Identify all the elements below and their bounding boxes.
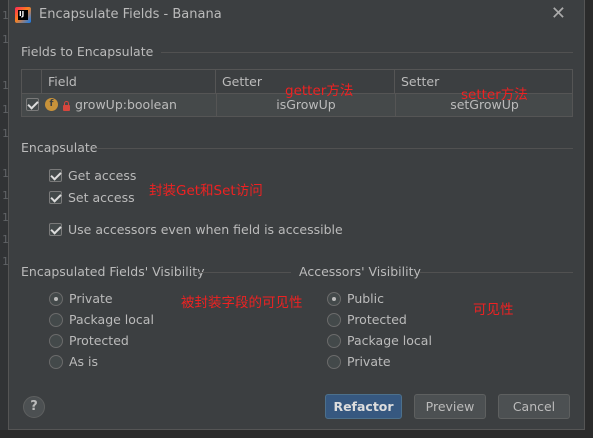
radio-button[interactable]: [49, 334, 63, 348]
setter-name-cell[interactable]: setGrowUp: [395, 94, 573, 116]
cancel-button[interactable]: Cancel: [498, 394, 570, 419]
help-button[interactable]: ?: [23, 396, 45, 418]
radio-label[interactable]: Private: [347, 354, 391, 370]
fields-table: Field Getter Setter f growUp:boolean isG…: [21, 69, 573, 117]
encapsulate-label: Encapsulate: [21, 140, 98, 155]
radio-label[interactable]: Private: [69, 291, 113, 307]
set-access-checkbox[interactable]: [49, 191, 62, 204]
title-bar: IJ Encapsulate Fields - Banana ✕: [9, 0, 584, 30]
editor-background-strip: [0, 430, 593, 438]
field-name-cell: growUp:boolean: [75, 97, 177, 112]
header-checkbox-column: [22, 70, 42, 94]
radio-label[interactable]: Public: [347, 291, 384, 307]
radio-label[interactable]: Package local: [347, 333, 432, 349]
encapsulate-fields-dialog: IJ Encapsulate Fields - Banana ✕ Fields …: [8, 0, 585, 430]
field-select-checkbox[interactable]: [26, 98, 39, 111]
refactor-button[interactable]: Refactor: [325, 394, 402, 419]
fields-to-encapsulate-label: Fields to Encapsulate: [21, 44, 154, 59]
radio-button[interactable]: [49, 313, 63, 327]
preview-button[interactable]: Preview: [414, 394, 486, 419]
annotation-encapsulate: 封装Get和Set访问: [149, 183, 263, 199]
set-access-label[interactable]: Set access: [68, 190, 135, 206]
private-lock-icon: [63, 101, 70, 111]
separator: [161, 52, 573, 53]
dialog-title: Encapsulate Fields - Banana: [39, 7, 222, 22]
separator: [95, 148, 573, 149]
annotation-visibility: 可见性: [473, 302, 514, 318]
table-row[interactable]: f growUp:boolean isGrowUp setGrowUp: [22, 94, 572, 116]
field-icon: f: [45, 98, 58, 111]
radio-button[interactable]: [327, 355, 341, 369]
accessors-visibility-label: Accessors' Visibility: [299, 264, 421, 279]
radio-label[interactable]: Package local: [69, 312, 154, 328]
column-header-setter[interactable]: Setter: [395, 70, 573, 94]
get-access-checkbox[interactable]: [49, 169, 62, 182]
fields-visibility-label: Encapsulated Fields' Visibility: [21, 264, 205, 279]
getter-name-cell[interactable]: isGrowUp: [216, 94, 395, 116]
radio-button[interactable]: [49, 292, 63, 306]
radio-label[interactable]: Protected: [347, 312, 407, 328]
use-accessors-checkbox[interactable]: [49, 223, 62, 236]
use-accessors-label[interactable]: Use accessors even when field is accessi…: [68, 222, 343, 238]
radio-label[interactable]: As is: [69, 354, 98, 370]
close-icon[interactable]: ✕: [551, 4, 566, 24]
radio-label[interactable]: Protected: [69, 333, 129, 349]
column-header-field[interactable]: Field: [42, 70, 216, 94]
radio-button[interactable]: [327, 313, 341, 327]
radio-button[interactable]: [49, 355, 63, 369]
table-header: Field Getter Setter: [22, 70, 572, 94]
separator: [195, 272, 291, 273]
get-access-label[interactable]: Get access: [68, 168, 136, 184]
intellij-app-icon: IJ: [15, 7, 31, 23]
annotation-field-visibility: 被封装字段的可见性: [181, 295, 303, 311]
separator: [419, 272, 573, 273]
radio-button[interactable]: [327, 292, 341, 306]
radio-button[interactable]: [327, 334, 341, 348]
column-header-getter[interactable]: Getter: [216, 70, 395, 94]
